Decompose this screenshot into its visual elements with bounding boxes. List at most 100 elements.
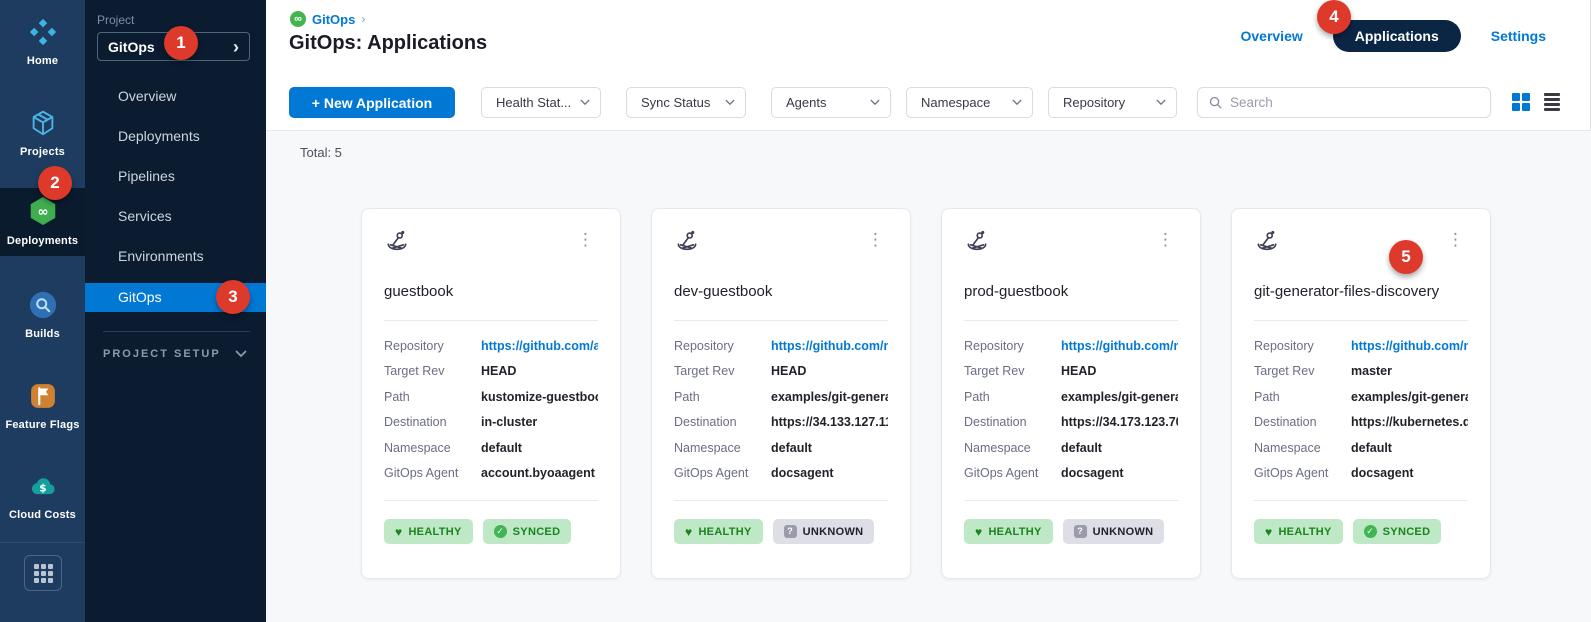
- question-icon: ?: [1074, 525, 1087, 538]
- heart-icon: ♥: [1265, 526, 1272, 538]
- field-value: default: [771, 441, 812, 455]
- app-fields: Repositoryhttps://github.com/m... Target…: [1254, 333, 1468, 486]
- card-divider: [1254, 320, 1468, 321]
- rail-item-feature-flags[interactable]: Feature Flags: [0, 374, 85, 440]
- search-input[interactable]: [1230, 95, 1480, 110]
- annotation-marker-2: 2: [38, 166, 72, 200]
- application-cards-grid: ⋮ guestbook Repositoryhttps://github.com…: [361, 208, 1491, 579]
- card-menu-kebab-icon[interactable]: ⋮: [863, 229, 888, 250]
- card-divider: [674, 500, 888, 501]
- app-name[interactable]: guestbook: [384, 283, 598, 300]
- chevron-down-icon: [235, 350, 247, 358]
- sidebar-item-environments[interactable]: Environments: [85, 236, 266, 276]
- search-box: [1197, 87, 1491, 118]
- field-value: default: [1351, 441, 1392, 455]
- app-card-guestbook[interactable]: ⋮ guestbook Repositoryhttps://github.com…: [361, 208, 621, 579]
- filter-namespace[interactable]: Namespace: [906, 87, 1033, 118]
- field-value: examples/git-genera...: [1351, 390, 1468, 404]
- field-label: Target Rev: [964, 364, 1061, 378]
- status-badges: ♥HEALTHY ✓SYNCED: [384, 519, 598, 544]
- tab-applications[interactable]: Applications: [1333, 20, 1461, 52]
- rail-label: Projects: [0, 146, 85, 158]
- rail-item-projects[interactable]: Projects: [0, 101, 85, 167]
- sync-status-badge: ?UNKNOWN: [1063, 519, 1165, 544]
- argo-application-icon: [384, 229, 410, 255]
- status-badges: ♥HEALTHY ?UNKNOWN: [674, 519, 888, 544]
- rail-label: Deployments: [0, 235, 85, 247]
- field-value: default: [481, 441, 522, 455]
- field-value: default: [1061, 441, 1102, 455]
- heart-icon: ♥: [685, 526, 692, 538]
- filter-label: Repository: [1063, 95, 1125, 110]
- rail-item-home[interactable]: Home: [0, 10, 85, 76]
- filter-repository[interactable]: Repository: [1048, 87, 1177, 118]
- app-card-git-generator-files-discovery[interactable]: ⋮ git-generator-files-discovery Reposito…: [1231, 208, 1491, 579]
- search-icon: [1208, 95, 1223, 110]
- repository-link[interactable]: https://github.com/m...: [1351, 339, 1468, 353]
- chevron-right-icon: ›: [233, 38, 239, 56]
- breadcrumb-chevron-icon: ›: [361, 12, 365, 26]
- field-value: docsagent: [771, 466, 834, 480]
- field-value: docsagent: [1061, 466, 1124, 480]
- field-value: HEAD: [771, 364, 806, 378]
- field-label: Path: [964, 390, 1061, 404]
- app-name[interactable]: dev-guestbook: [674, 283, 888, 300]
- field-label: Destination: [384, 415, 481, 429]
- rail-item-builds[interactable]: Builds: [0, 283, 85, 349]
- module-nav-rail: Home Projects ∞ Deployments Builds Featu…: [0, 0, 85, 622]
- card-divider: [964, 500, 1178, 501]
- rail-item-cloud-costs[interactable]: $ Cloud Costs: [0, 464, 85, 530]
- rail-label: Home: [0, 55, 85, 67]
- filter-sync-status[interactable]: Sync Status: [626, 87, 746, 118]
- filter-label: Health Stat...: [496, 95, 571, 110]
- cloud-costs-icon: $: [27, 471, 59, 503]
- card-menu-kebab-icon[interactable]: ⋮: [573, 229, 598, 250]
- sidebar-item-deployments[interactable]: Deployments: [85, 116, 266, 156]
- app-name[interactable]: git-generator-files-discovery: [1254, 283, 1468, 300]
- field-value: https://kubernetes.d...: [1351, 415, 1468, 429]
- field-label: Repository: [384, 339, 481, 353]
- sidebar-item-overview[interactable]: Overview: [85, 76, 266, 116]
- check-circle-icon: ✓: [494, 525, 507, 538]
- field-label: Namespace: [384, 441, 481, 455]
- module-grid-icon: [34, 564, 53, 583]
- applications-content: Total: 5 ⋮ guestbook Repositoryhttps://g…: [266, 131, 1591, 622]
- repository-link[interactable]: https://github.com/m...: [771, 339, 888, 353]
- field-label: Path: [1254, 390, 1351, 404]
- card-menu-kebab-icon[interactable]: ⋮: [1153, 229, 1178, 250]
- field-label: Namespace: [674, 441, 771, 455]
- app-name[interactable]: prod-guestbook: [964, 283, 1178, 300]
- field-label: Destination: [1254, 415, 1351, 429]
- sidebar-item-pipelines[interactable]: Pipelines: [85, 156, 266, 196]
- filter-health-status[interactable]: Health Stat...: [481, 87, 601, 118]
- card-divider: [384, 320, 598, 321]
- breadcrumb: ∞ GitOps ›: [290, 11, 365, 27]
- tab-overview[interactable]: Overview: [1240, 28, 1302, 44]
- svg-text:$: $: [39, 482, 46, 495]
- project-setup-toggle[interactable]: PROJECT SETUP: [103, 348, 247, 360]
- field-label: Target Rev: [674, 364, 771, 378]
- module-picker-button[interactable]: [24, 555, 62, 591]
- card-divider: [964, 320, 1178, 321]
- breadcrumb-gitops-link[interactable]: GitOps: [312, 12, 355, 27]
- new-application-button[interactable]: + New Application: [289, 87, 455, 118]
- field-label: Repository: [1254, 339, 1351, 353]
- repository-link[interactable]: https://github.com/m...: [1061, 339, 1178, 353]
- filter-label: Sync Status: [641, 95, 710, 110]
- card-menu-kebab-icon[interactable]: ⋮: [1443, 229, 1468, 250]
- sidebar-item-services[interactable]: Services: [85, 196, 266, 236]
- app-card-prod-guestbook[interactable]: ⋮ prod-guestbook Repositoryhttps://githu…: [941, 208, 1201, 579]
- card-divider: [1254, 500, 1468, 501]
- rail-label: Feature Flags: [0, 419, 85, 431]
- annotation-marker-3: 3: [216, 280, 250, 314]
- filter-agents[interactable]: Agents: [771, 87, 891, 118]
- grid-view-icon[interactable]: [1512, 93, 1530, 111]
- repository-link[interactable]: https://github.com/a...: [481, 339, 598, 353]
- tab-settings[interactable]: Settings: [1491, 28, 1546, 44]
- field-label: Target Rev: [384, 364, 481, 378]
- app-fields: Repositoryhttps://github.com/a... Target…: [384, 333, 598, 486]
- app-card-dev-guestbook[interactable]: ⋮ dev-guestbook Repositoryhttps://github…: [651, 208, 911, 579]
- page-title: GitOps: Applications: [289, 32, 487, 55]
- rail-item-deployments[interactable]: ∞ Deployments: [0, 188, 85, 256]
- list-view-icon[interactable]: [1544, 93, 1560, 111]
